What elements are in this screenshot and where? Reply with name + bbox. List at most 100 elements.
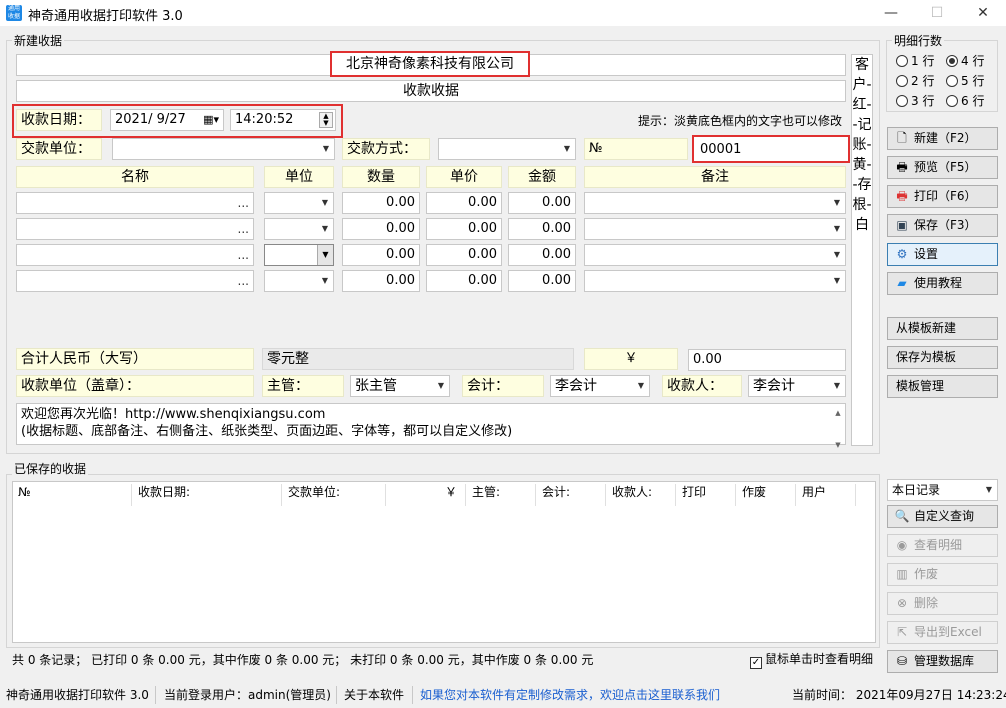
new-button[interactable]: 🗋 新建（F2）	[887, 127, 998, 150]
supervisor-select[interactable]: 张主管 ▼	[350, 375, 450, 397]
chevron-down-icon: ▼	[833, 276, 840, 285]
view-detail-button[interactable]: ◉ 查看明细	[887, 534, 998, 557]
time-picker[interactable]: 14:20:52 ▲ ▼	[230, 109, 336, 131]
receipt-title[interactable]: 收款收据	[16, 80, 846, 102]
custom-query-button[interactable]: 🔍 自定义查询	[887, 505, 998, 528]
new-receipt-label: 新建收据	[12, 32, 65, 49]
save-button-label: 保存（F3）	[914, 218, 977, 232]
save-button[interactable]: ▣ 保存（F3）	[887, 214, 998, 237]
item-price[interactable]: 0.00	[426, 244, 502, 266]
item-unit[interactable]: ▼	[264, 270, 334, 292]
contact-link[interactable]: 如果您对本软件有定制修改需求，欢迎点击这里联系我们	[420, 684, 720, 706]
view-icon: ◉	[896, 538, 908, 552]
saved-col-amount[interactable]: ￥	[386, 484, 466, 506]
radio-3-row[interactable]: 3 行	[896, 92, 934, 109]
method-select[interactable]: ▼	[438, 138, 576, 160]
item-remark[interactable]: ▼	[584, 270, 846, 292]
title-bar: 通用 收据 神奇通用收据打印软件 3.0 — ☐ ✕	[0, 0, 1006, 26]
item-price[interactable]: 0.00	[426, 218, 502, 240]
item-qty[interactable]: 0.00	[342, 244, 420, 266]
minimize-button[interactable]: —	[868, 0, 914, 26]
preview-button[interactable]: 🖶 预览（F5）	[887, 156, 998, 179]
radio-dot	[896, 95, 908, 107]
preview-button-label: 预览（F5）	[914, 160, 977, 174]
item-remark[interactable]: ▼	[584, 244, 846, 266]
print-button[interactable]: 🖶 打印（F6）	[887, 185, 998, 208]
time-value: 14:20:52	[235, 112, 294, 127]
saved-col-no[interactable]: №	[12, 484, 132, 506]
total-words: 零元整	[262, 348, 574, 370]
accountant-select[interactable]: 李会计 ▼	[550, 375, 650, 397]
item-amount[interactable]: 0.00	[508, 192, 576, 214]
saved-col-void[interactable]: 作废	[736, 484, 796, 506]
click-detail-checkbox[interactable]: ✓ 鼠标单击时查看明细	[750, 650, 873, 669]
delete-button[interactable]: ⊗ 删除	[887, 592, 998, 615]
saved-col-printed[interactable]: 打印	[676, 484, 736, 506]
time-spinner[interactable]: ▲ ▼	[319, 112, 333, 128]
saved-col-payee[interactable]: 收款人:	[606, 484, 676, 506]
ellipsis-icon[interactable]: ...	[238, 193, 249, 213]
scrollbar[interactable]: ▲ ▼	[832, 405, 844, 449]
export-excel-button[interactable]: ⇱ 导出到Excel	[887, 621, 998, 644]
payee-select[interactable]: 李会计 ▼	[748, 375, 846, 397]
status-time: 当前时间： 2021年09月27日 14:23:24	[792, 688, 1006, 702]
void-button[interactable]: ▥ 作废	[887, 563, 998, 586]
item-amount[interactable]: 0.00	[508, 218, 576, 240]
database-icon: ⛁	[896, 654, 908, 668]
item-unit[interactable]: ▼	[264, 192, 334, 214]
close-button[interactable]: ✕	[960, 0, 1006, 26]
radio-4-row[interactable]: 4 行	[946, 52, 984, 69]
radio-5-row[interactable]: 5 行	[946, 72, 984, 89]
item-qty[interactable]: 0.00	[342, 218, 420, 240]
new-doc-icon: 🗋	[897, 131, 907, 145]
saved-col-accountant[interactable]: 会计:	[536, 484, 606, 506]
radio-6-row[interactable]: 6 行	[946, 92, 984, 109]
item-unit[interactable]: ▼	[264, 244, 334, 266]
tutorial-button[interactable]: ▰ 使用教程	[887, 272, 998, 295]
item-name[interactable]: ...	[16, 244, 254, 266]
col-remark: 备注	[584, 166, 846, 188]
settings-button[interactable]: ⚙ 设置	[887, 243, 998, 266]
company-name[interactable]: 北京神奇像素科技有限公司	[330, 51, 530, 77]
item-remark[interactable]: ▼	[584, 192, 846, 214]
date-picker[interactable]: 2021/ 9/27 ▦▾	[110, 109, 224, 131]
item-remark[interactable]: ▼	[584, 218, 846, 240]
ellipsis-icon[interactable]: ...	[238, 219, 249, 239]
saved-col-supervisor[interactable]: 主管:	[466, 484, 536, 506]
item-unit[interactable]: ▼	[264, 218, 334, 240]
ellipsis-icon[interactable]: ...	[238, 271, 249, 291]
saved-col-payer[interactable]: 交款单位:	[282, 484, 386, 506]
accountant-label: 会计：	[462, 375, 544, 397]
chevron-down-icon: ▼	[322, 144, 329, 153]
maximize-button[interactable]: ☐	[914, 0, 960, 26]
record-filter-select[interactable]: 本日记录 ▼	[887, 479, 998, 501]
item-name[interactable]: ...	[16, 270, 254, 292]
item-amount[interactable]: 0.00	[508, 270, 576, 292]
payer-select[interactable]: ▼	[112, 138, 335, 160]
manage-db-button[interactable]: ⛁ 管理数据库	[887, 650, 998, 673]
radio-2-row[interactable]: 2 行	[896, 72, 934, 89]
about-link[interactable]: 关于本软件	[344, 684, 404, 706]
item-qty[interactable]: 0.00	[342, 192, 420, 214]
calendar-icon[interactable]: ▦▾	[203, 110, 219, 130]
from-template-button[interactable]: 从模板新建	[887, 317, 998, 340]
item-name[interactable]: ...	[16, 218, 254, 240]
item-price[interactable]: 0.00	[426, 192, 502, 214]
void-icon: ▥	[896, 567, 908, 581]
receipt-number[interactable]: 00001	[692, 135, 850, 163]
footer-note[interactable]: 欢迎您再次光临！http://www.shenqixiangsu.com (收据…	[16, 403, 846, 449]
item-qty[interactable]: 0.00	[342, 270, 420, 292]
ellipsis-icon[interactable]: ...	[238, 245, 249, 265]
saved-col-user[interactable]: 用户	[796, 484, 856, 506]
yen-symbol: ￥	[584, 348, 678, 370]
chevron-down-icon[interactable]: ▼	[317, 245, 333, 265]
col-qty: 数量	[342, 166, 420, 188]
item-name[interactable]: ...	[16, 192, 254, 214]
save-as-template-button[interactable]: 保存为模板	[887, 346, 998, 369]
saved-col-date[interactable]: 收款日期:	[132, 484, 282, 506]
radio-1-row[interactable]: 1 行	[896, 52, 934, 69]
item-price[interactable]: 0.00	[426, 270, 502, 292]
template-manage-button[interactable]: 模板管理	[887, 375, 998, 398]
item-amount[interactable]: 0.00	[508, 244, 576, 266]
total-amount: 0.00	[688, 349, 846, 371]
